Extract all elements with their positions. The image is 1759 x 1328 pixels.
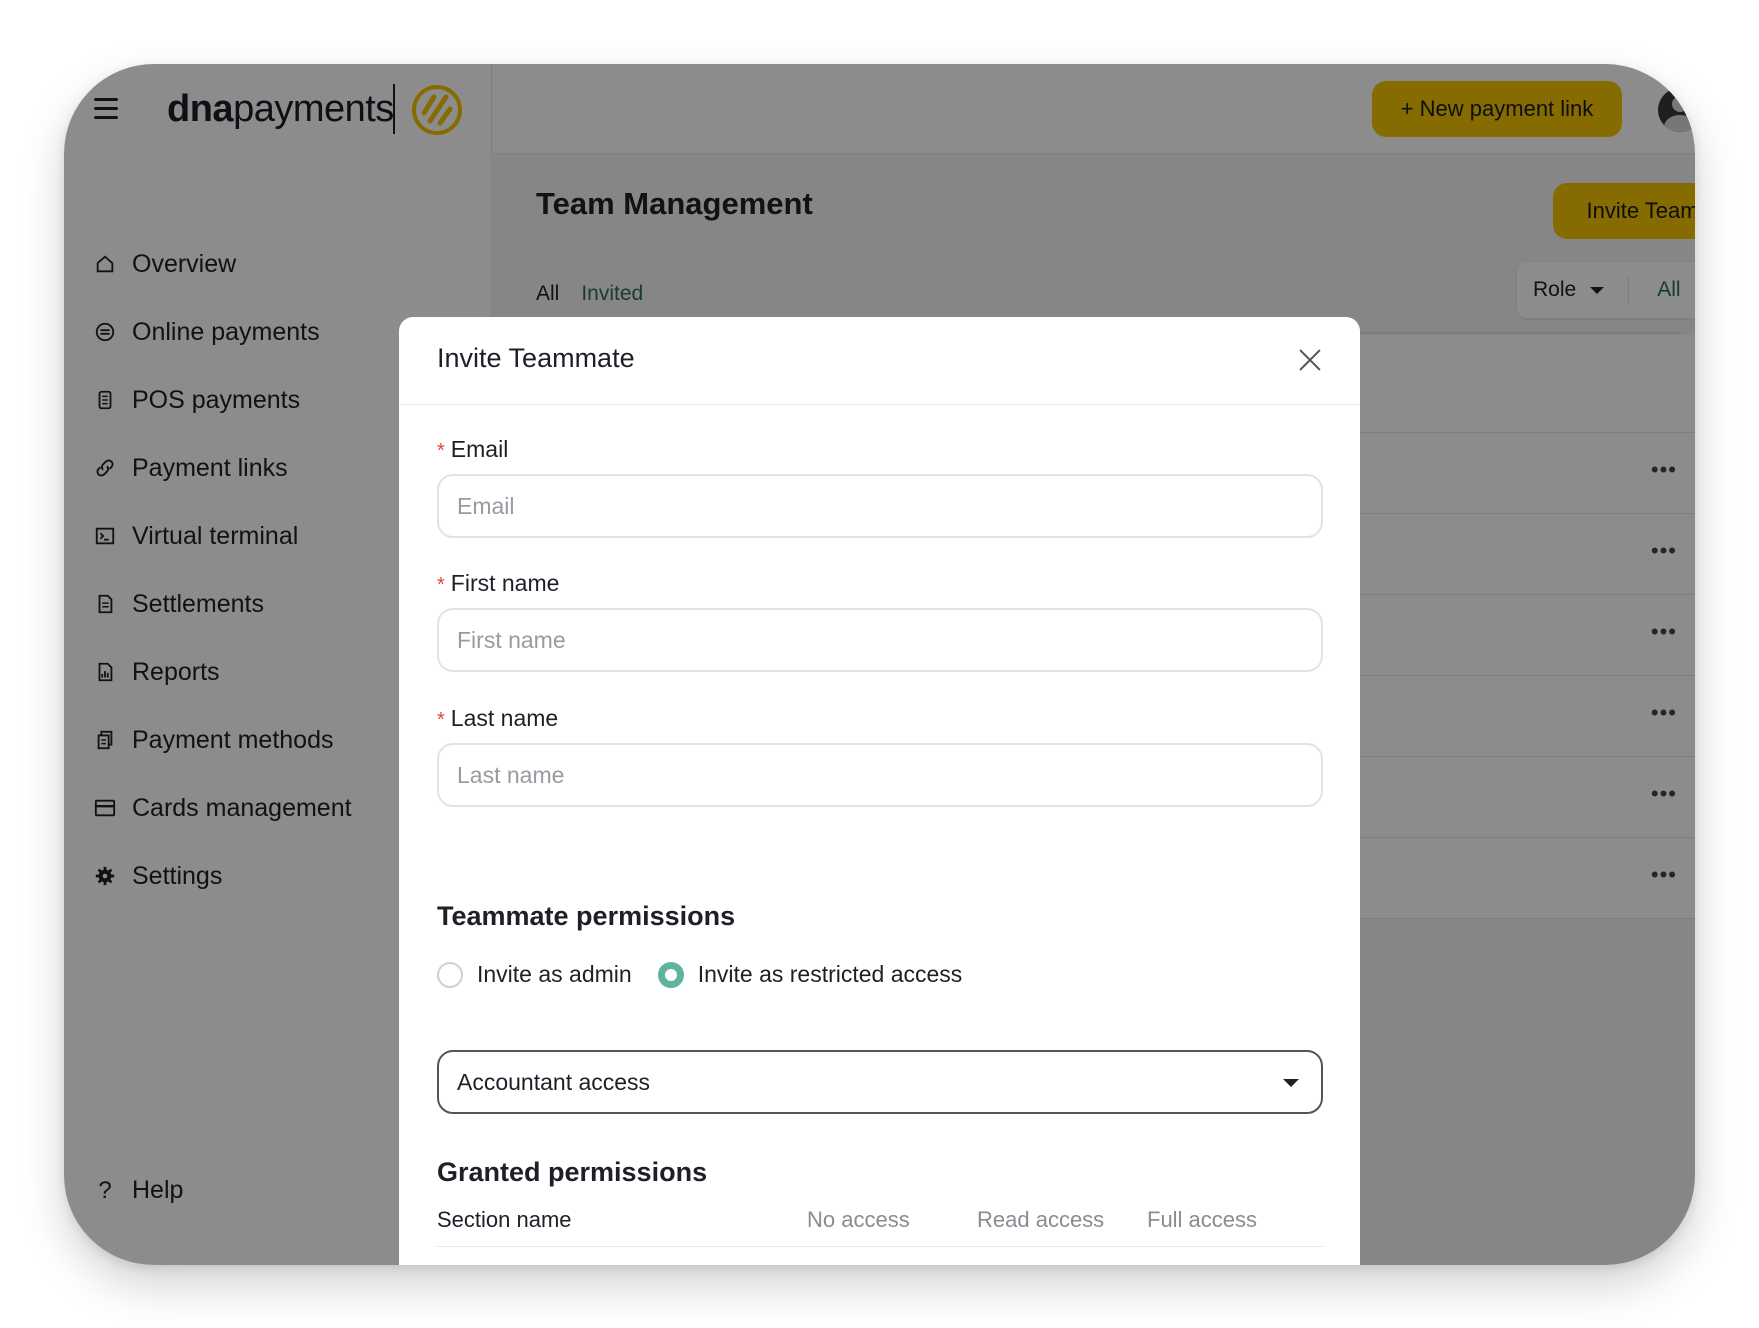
radio-label: Invite as restricted access <box>697 961 963 987</box>
invite-as-admin-option[interactable]: Invite as admin <box>437 961 632 988</box>
close-icon[interactable] <box>1298 348 1322 372</box>
select-value: Accountant access <box>457 1068 651 1095</box>
required-marker: * <box>437 440 445 462</box>
modal-title: Invite Teammate <box>437 343 635 373</box>
radio-label: Invite as admin <box>477 961 632 987</box>
column-header: Full access <box>1147 1207 1258 1232</box>
column-header: No access <box>807 1207 910 1232</box>
last-name-field[interactable] <box>437 743 1323 807</box>
radio-admin[interactable] <box>437 961 463 988</box>
radio-restricted[interactable] <box>657 961 684 988</box>
email-label: * Email <box>437 436 509 462</box>
permission-radio-group: Invite as admin Invite as restricted acc… <box>437 961 988 988</box>
chevron-down-icon <box>1283 1079 1299 1087</box>
granted-permissions-heading: Granted permissions <box>437 1157 708 1187</box>
column-header: Section name <box>437 1207 572 1232</box>
permissions-table-header: Section name No access Read access Full … <box>437 1207 1323 1247</box>
access-level-select[interactable]: Accountant access <box>437 1050 1323 1114</box>
app-window: dnapayments Overview Online payments POS… <box>64 64 1695 1265</box>
required-marker: * <box>437 709 445 731</box>
required-marker: * <box>437 574 445 596</box>
email-field[interactable] <box>437 474 1323 538</box>
first-name-label: * First name <box>437 570 560 596</box>
modal-header: Invite Teammate <box>399 317 1360 405</box>
column-header: Read access <box>977 1207 1105 1232</box>
first-name-field[interactable] <box>437 608 1323 672</box>
permissions-heading: Teammate permissions <box>437 901 736 931</box>
last-name-label: * Last name <box>437 705 559 731</box>
invite-teammate-modal: Invite Teammate *Email *First name *Last… <box>399 317 1360 1265</box>
invite-as-restricted-option[interactable]: Invite as restricted access <box>657 961 963 988</box>
